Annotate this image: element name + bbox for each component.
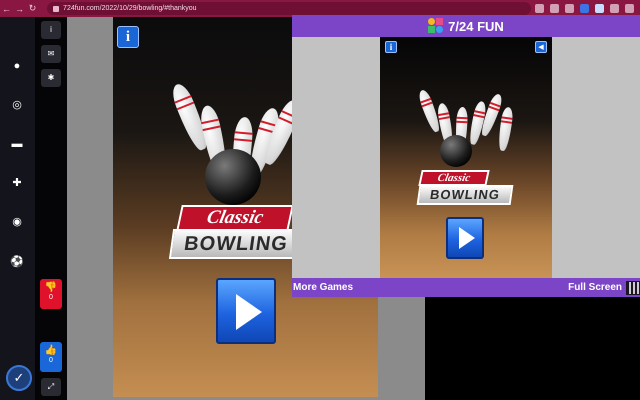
- bowling-ball: [440, 135, 472, 167]
- url-text: 724fun.com/2022/10/29/bowling/#thankyou: [63, 5, 197, 12]
- dislike-button[interactable]: 👎 0: [40, 279, 62, 309]
- menu-icon[interactable]: [625, 4, 634, 13]
- reload-button[interactable]: ↻: [26, 0, 39, 17]
- thumbs-down-icon: 👎: [44, 282, 58, 293]
- game-info-button[interactable]: i: [117, 26, 139, 48]
- popup-title: 7/24 FUN: [448, 18, 504, 34]
- car-icon[interactable]: ▬: [10, 137, 24, 151]
- puzzle-icon[interactable]: ✚: [10, 176, 24, 190]
- bomb-icon[interactable]: ●: [10, 59, 24, 73]
- back-button[interactable]: ←: [0, 0, 13, 17]
- gamepad-icon[interactable]: ◎: [10, 98, 24, 112]
- comment-button[interactable]: ✉: [41, 45, 61, 63]
- arrow-left-icon: ←: [2, 3, 11, 14]
- popup-play-button[interactable]: [446, 217, 484, 259]
- fullscreen-button[interactable]: ⤢: [41, 378, 61, 396]
- info-button[interactable]: i: [41, 21, 61, 39]
- qr-code-icon[interactable]: [626, 280, 640, 295]
- popup-title-bowling: BOWLING: [416, 185, 514, 205]
- like-count: 0: [49, 357, 53, 364]
- play-icon: [236, 294, 262, 330]
- lock-icon: [53, 5, 60, 12]
- game-tools: i ✉ ✱ 👎 0 👍 0 ⤢: [35, 17, 67, 400]
- popup-game-canvas[interactable]: Classic BOWLING i ◀: [380, 37, 552, 278]
- popup-window: 7/24 FUN Classic BOWLING i ◀ More Games …: [292, 15, 640, 297]
- thumbs-up-icon: 👍: [44, 345, 58, 356]
- site-logo-icon[interactable]: ✓: [6, 365, 32, 391]
- address-bar[interactable]: 724fun.com/2022/10/29/bowling/#thankyou: [47, 2, 531, 15]
- target-icon[interactable]: ◉: [10, 215, 24, 229]
- extension-icon[interactable]: [565, 4, 574, 13]
- popup-title-classic: Classic: [418, 170, 490, 186]
- bowling-pin: [496, 106, 515, 152]
- sound-icon[interactable]: ◀: [535, 41, 547, 53]
- popup-footer-right: Full Screen: [568, 280, 640, 295]
- soccer-ball-icon[interactable]: ⚽: [10, 255, 24, 269]
- dislike-count: 0: [49, 294, 53, 301]
- translate-extension-icon[interactable]: [580, 4, 589, 13]
- category-sidebar: ● ◎ ▬ ✚ ◉ ⚽ ✓: [0, 17, 35, 400]
- reload-icon: ↻: [28, 3, 37, 13]
- bowling-ball: [205, 149, 261, 205]
- report-bug-button[interactable]: ✱: [41, 69, 61, 87]
- game-title-classic: Classic: [176, 205, 294, 231]
- more-games-link[interactable]: More Games: [293, 282, 353, 293]
- brand-shapes-icon: [428, 18, 444, 34]
- popup-footer: More Games Full Screen: [292, 278, 640, 297]
- like-button[interactable]: 👍 0: [40, 342, 62, 372]
- share-icon[interactable]: [535, 4, 544, 13]
- full-screen-link[interactable]: Full Screen: [568, 282, 622, 293]
- page: ← → ↻ 724fun.com/2022/10/29/bowling/#tha…: [0, 0, 640, 400]
- play-icon: [459, 227, 475, 249]
- play-button[interactable]: [216, 278, 276, 344]
- browser-extensions: [531, 4, 634, 13]
- arrow-right-icon: →: [15, 3, 25, 14]
- game-title-bowling: BOWLING: [168, 229, 304, 259]
- popup-header: 7/24 FUN: [292, 15, 640, 37]
- bookmark-icon[interactable]: [550, 4, 559, 13]
- profile-icon[interactable]: [610, 4, 619, 13]
- screen-extension-icon[interactable]: [595, 4, 604, 13]
- popup-info-button[interactable]: i: [385, 41, 397, 53]
- forward-button[interactable]: →: [13, 0, 26, 17]
